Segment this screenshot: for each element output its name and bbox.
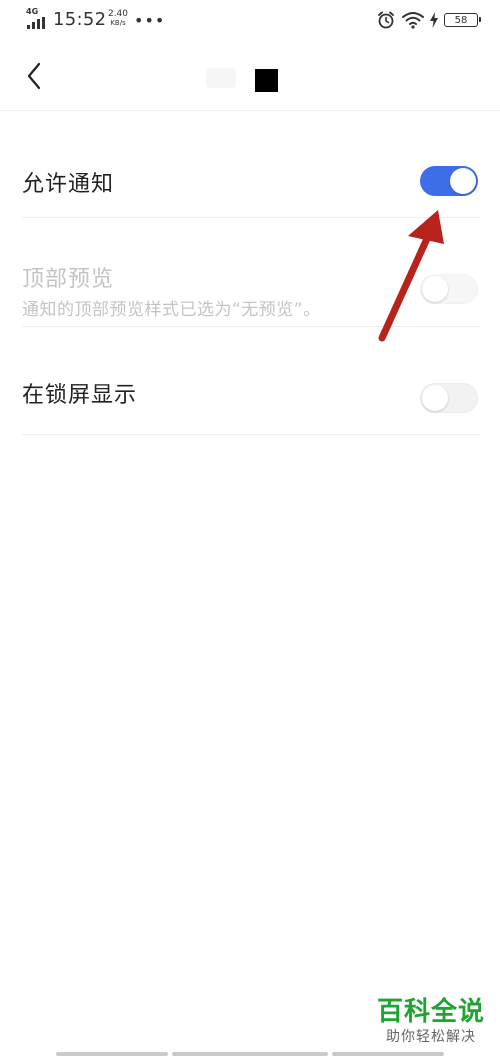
network-type: 4G xyxy=(26,7,39,16)
nav-segment xyxy=(56,1052,168,1056)
setting-allow-notifications: 允许通知 xyxy=(22,110,480,218)
battery-icon: 58 xyxy=(444,13,481,27)
battery-level: 58 xyxy=(454,14,468,26)
top-preview-description: 通知的顶部预览样式已选为“无预览”。 xyxy=(22,300,321,320)
gesture-nav-bar[interactable] xyxy=(56,1052,446,1056)
setting-top-preview: 顶部预览 通知的顶部预览样式已选为“无预览”。 xyxy=(22,218,480,327)
speed-value: 2.40 xyxy=(107,9,129,19)
nav-segment xyxy=(172,1052,328,1056)
page-title-redacted xyxy=(206,68,236,88)
toggle-knob xyxy=(422,276,448,302)
lock-screen-label: 在锁屏显示 xyxy=(22,383,138,408)
speed-unit: KB/s xyxy=(110,19,126,27)
app-icon-redacted xyxy=(255,69,278,92)
charging-icon xyxy=(430,12,438,28)
toggle-knob xyxy=(450,168,476,194)
watermark-brand: 百科全说 xyxy=(376,997,485,1027)
back-button[interactable] xyxy=(14,56,54,96)
chevron-left-icon xyxy=(27,62,41,90)
watermark-logo: 百科全说 助你轻松解决 xyxy=(376,996,486,1046)
network-speed: 2.40 KB/s xyxy=(106,10,130,28)
signal-icon xyxy=(27,17,45,29)
allow-notifications-toggle[interactable] xyxy=(420,166,478,196)
more-notifications-icon: ••• xyxy=(134,11,166,30)
setting-lock-screen: 在锁屏显示 xyxy=(22,327,480,435)
allow-notifications-label: 允许通知 xyxy=(22,172,115,197)
top-preview-label: 顶部预览 xyxy=(22,267,115,292)
toggle-knob xyxy=(422,385,448,411)
header xyxy=(0,40,500,111)
top-preview-toggle[interactable] xyxy=(420,274,478,304)
settings-list: 允许通知 顶部预览 通知的顶部预览样式已选为“无预览”。 在锁屏显示 xyxy=(22,110,480,435)
alarm-icon xyxy=(378,11,394,29)
status-right: 58 xyxy=(376,9,481,31)
wifi-icon xyxy=(402,12,424,29)
nav-segment xyxy=(332,1052,444,1056)
watermark-slogan: 助你轻松解决 xyxy=(386,1029,476,1045)
lock-screen-toggle[interactable] xyxy=(420,383,478,413)
clock: 15:52 xyxy=(53,9,107,30)
status-bar: 4G 15:52 2.40 KB/s ••• 58 xyxy=(0,0,500,40)
